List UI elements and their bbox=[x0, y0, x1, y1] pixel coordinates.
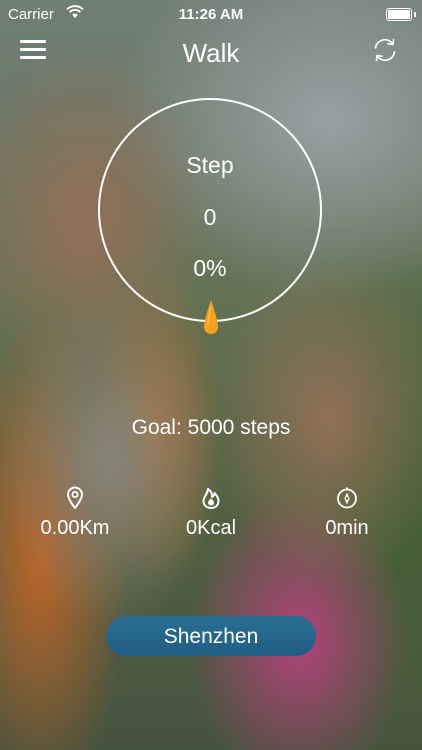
page-title: Walk bbox=[182, 38, 240, 68]
step-progress-ring: Step 0 0% bbox=[98, 98, 322, 322]
goal-label: Goal: 5000 steps bbox=[131, 416, 291, 439]
step-label: Step bbox=[186, 152, 234, 178]
distance-value: 0.00Km bbox=[40, 517, 110, 539]
metrics-row: 0.00Km 0Kcal 0min bbox=[0, 486, 422, 556]
nav-bar: Walk bbox=[0, 30, 422, 78]
calories-metric: 0Kcal bbox=[146, 486, 276, 540]
distance-metric: 0.00Km bbox=[10, 486, 140, 540]
step-count: 0 bbox=[203, 204, 217, 230]
flame-icon bbox=[202, 488, 220, 509]
clock: 11:26 AM bbox=[178, 6, 244, 23]
progress-drop-icon bbox=[204, 300, 218, 334]
duration-value: 0min bbox=[325, 517, 369, 539]
step-percent: 0% bbox=[193, 255, 227, 281]
location-pin-icon bbox=[67, 486, 83, 509]
city-button[interactable]: Shenzhen bbox=[106, 616, 316, 656]
duration-metric: 0min bbox=[282, 486, 412, 540]
status-bar: Carrier 11:26 AM bbox=[0, 0, 422, 30]
battery-icon bbox=[386, 8, 416, 21]
refresh-icon[interactable] bbox=[370, 35, 400, 65]
walk-screen: Carrier 11:26 AM Walk Step 0 0% Goal: 50… bbox=[0, 0, 422, 750]
compass-icon bbox=[337, 487, 357, 509]
calories-value: 0Kcal bbox=[185, 517, 237, 539]
